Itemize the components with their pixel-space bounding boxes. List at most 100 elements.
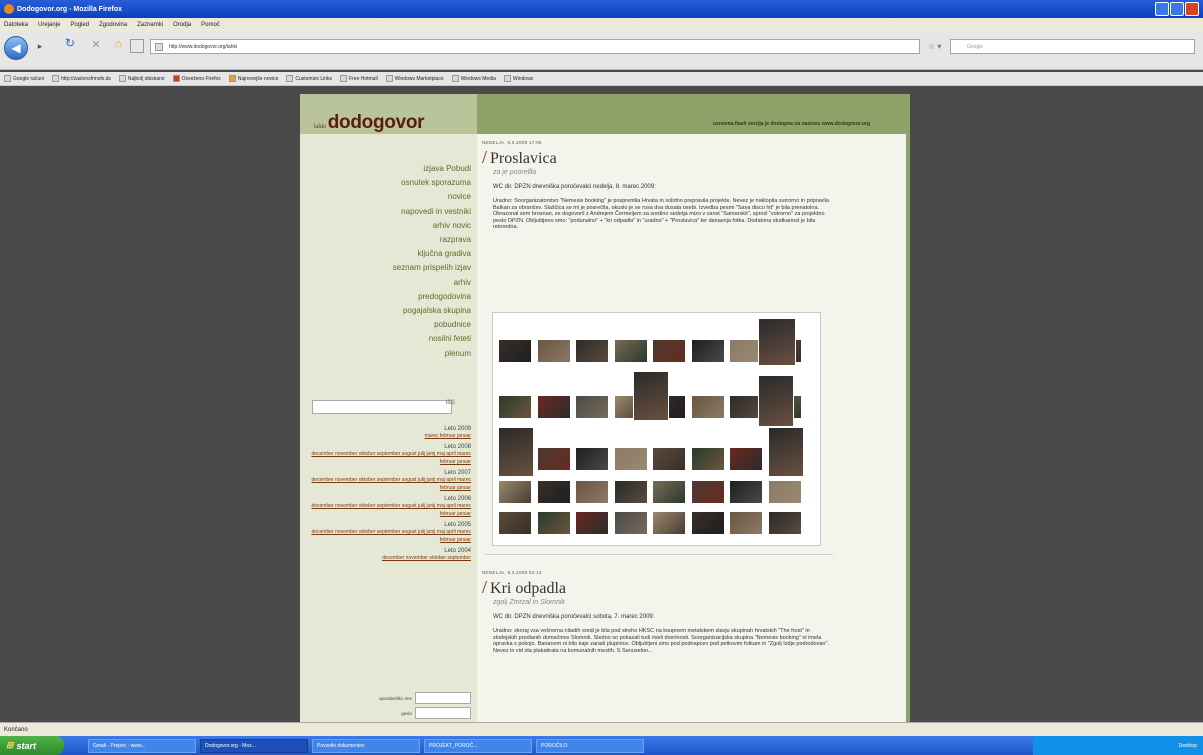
sidebar-link[interactable]: osnutek sporazuma [393, 176, 471, 190]
bookmark-item[interactable]: Windows Media [451, 75, 496, 82]
forward-button[interactable]: ▸ [34, 40, 46, 52]
photo-thumbnail[interactable] [614, 480, 648, 504]
sidebar-link[interactable]: pogajalska skupina [393, 304, 471, 318]
photo-thumbnail[interactable] [537, 480, 571, 504]
taskbar-item[interactable]: POROČILO [536, 738, 644, 753]
photo-thumbnail[interactable] [575, 339, 609, 363]
archive-months[interactable]: december november oktober september [306, 554, 471, 562]
photo-thumbnail[interactable] [729, 511, 763, 535]
bookmark-item[interactable]: Najnovejše novice [228, 75, 278, 82]
reload-button[interactable]: ↻ [64, 36, 76, 50]
photo-thumbnail[interactable] [575, 480, 609, 504]
sidebar: izjava Pobudi osnutek sporazuma novice n… [300, 134, 477, 722]
photo-thumbnail[interactable] [691, 511, 725, 535]
archive-months[interactable]: december november oktober september avgu… [306, 528, 471, 544]
photo-thumbnail[interactable] [537, 339, 571, 363]
bookmark-item[interactable]: Free Hotmail [340, 75, 378, 82]
photo-thumbnail[interactable] [691, 339, 725, 363]
bookmark-item[interactable]: Windows [503, 75, 533, 82]
bookmark-item[interactable]: Osveženo Firefox [172, 75, 221, 82]
photo-thumbnail[interactable] [498, 480, 532, 504]
sidebar-link[interactable]: pobudnice [393, 318, 471, 332]
photo-thumbnail[interactable] [633, 371, 669, 421]
start-button[interactable]: ⊞ start [0, 736, 64, 755]
photo-thumbnail[interactable] [614, 447, 648, 471]
photo-thumbnail[interactable] [652, 480, 686, 504]
sidebar-link[interactable]: seznam prispelih izjav [393, 261, 471, 275]
sidebar-link[interactable]: arhiv novic [393, 219, 471, 233]
sidebar-link[interactable]: novice [393, 190, 471, 204]
photo-thumbnail[interactable] [652, 447, 686, 471]
menu-item-tools[interactable]: Orodja [173, 22, 191, 28]
maximize-button[interactable] [1170, 2, 1184, 16]
menu-item-history[interactable]: Zgodovina [99, 22, 127, 28]
home-button[interactable]: ⌂ [112, 38, 124, 50]
sidebar-link[interactable]: plenum [393, 347, 471, 361]
archive-months[interactable]: december november oktober september avgu… [306, 476, 471, 492]
photo-thumbnail[interactable] [537, 511, 571, 535]
site-tagline[interactable]: osnovna flash verzija je dostopna na nas… [713, 121, 870, 127]
url-bar[interactable]: http://www.dodogovor.org/lahki [150, 39, 920, 54]
site-search-input[interactable] [312, 400, 452, 414]
sidebar-link[interactable]: predogodovina [393, 290, 471, 304]
photo-thumbnail[interactable] [652, 511, 686, 535]
bookmark-item[interactable]: Windows Marketplace [385, 75, 444, 82]
site-search-button[interactable]: išči [446, 400, 455, 406]
photo-thumbnail[interactable] [729, 480, 763, 504]
photo-thumbnail[interactable] [537, 447, 571, 471]
sidebar-link[interactable]: izjava Pobudi [393, 162, 471, 176]
stop-button[interactable]: ✕ [90, 38, 102, 51]
taskbar-item[interactable]: Dodogovor.org - Moz... [200, 738, 308, 753]
menu-item-bookmarks[interactable]: Zaznamki [137, 22, 163, 28]
post-title[interactable]: / Proslavica [482, 147, 892, 168]
archive-months[interactable]: marec februar januar [306, 432, 471, 440]
sidebar-link[interactable]: razprava [393, 233, 471, 247]
menu-item-file[interactable]: Datoteka [4, 22, 28, 28]
photo-thumbnail[interactable] [575, 395, 609, 419]
sidebar-link[interactable]: nosilni feteti [393, 332, 471, 346]
close-button[interactable] [1185, 2, 1199, 16]
bookmark-star-icon[interactable]: ☆ ▾ [928, 42, 941, 51]
site-logo[interactable]: lahki dodogovor [314, 112, 425, 134]
search-input[interactable]: Google [950, 39, 1195, 54]
back-button[interactable]: ◀ [4, 36, 28, 60]
menu-item-help[interactable]: Pomoč [201, 22, 220, 28]
menu-item-edit[interactable]: Urejanje [38, 22, 60, 28]
menu-item-view[interactable]: Pogled [70, 22, 89, 28]
sidebar-link[interactable]: arhiv [393, 276, 471, 290]
photo-thumbnail[interactable] [691, 480, 725, 504]
archive-months[interactable]: december november oktober september avgu… [306, 502, 471, 518]
photo-thumbnail[interactable] [691, 447, 725, 471]
photo-thumbnail[interactable] [575, 447, 609, 471]
post-title[interactable]: / Kri odpadla [482, 577, 892, 598]
photo-thumbnail[interactable] [498, 427, 534, 477]
photo-thumbnail[interactable] [537, 395, 571, 419]
photo-thumbnail[interactable] [691, 395, 725, 419]
photo-thumbnail[interactable] [614, 511, 648, 535]
taskbar-item[interactable]: Gmail - Prejeto - www... [88, 738, 196, 753]
taskbar-item[interactable]: PROJEKT_POROČ... [424, 738, 532, 753]
photo-thumbnail[interactable] [498, 395, 532, 419]
photo-thumbnail[interactable] [729, 447, 763, 471]
archive-months[interactable]: december november oktober september avgu… [306, 450, 471, 466]
photo-thumbnail[interactable] [498, 511, 532, 535]
photo-thumbnail[interactable] [614, 339, 648, 363]
bookmark-item[interactable]: Customize Links [286, 75, 332, 82]
bookmark-item[interactable]: http://zaslonsfrmsfs.ds [52, 75, 111, 82]
password-field[interactable] [415, 707, 471, 719]
photo-thumbnail[interactable] [768, 480, 802, 504]
sidebar-link[interactable]: napovedi in vestniki [393, 205, 471, 219]
photo-thumbnail[interactable] [575, 511, 609, 535]
photo-thumbnail[interactable] [758, 375, 794, 427]
photo-thumbnail[interactable] [768, 427, 804, 477]
photo-thumbnail[interactable] [498, 339, 532, 363]
username-field[interactable] [415, 692, 471, 704]
sidebar-link[interactable]: ključna gradiva [393, 247, 471, 261]
photo-thumbnail[interactable] [768, 511, 802, 535]
bookmark-item[interactable]: Najbolj obiskano [118, 75, 165, 82]
photo-thumbnail[interactable] [652, 339, 686, 363]
minimize-button[interactable] [1155, 2, 1169, 16]
taskbar-item[interactable]: Povzetki dokumentov [312, 738, 420, 753]
bookmark-item[interactable]: Google računi [4, 75, 44, 82]
photo-thumbnail[interactable] [758, 318, 796, 366]
